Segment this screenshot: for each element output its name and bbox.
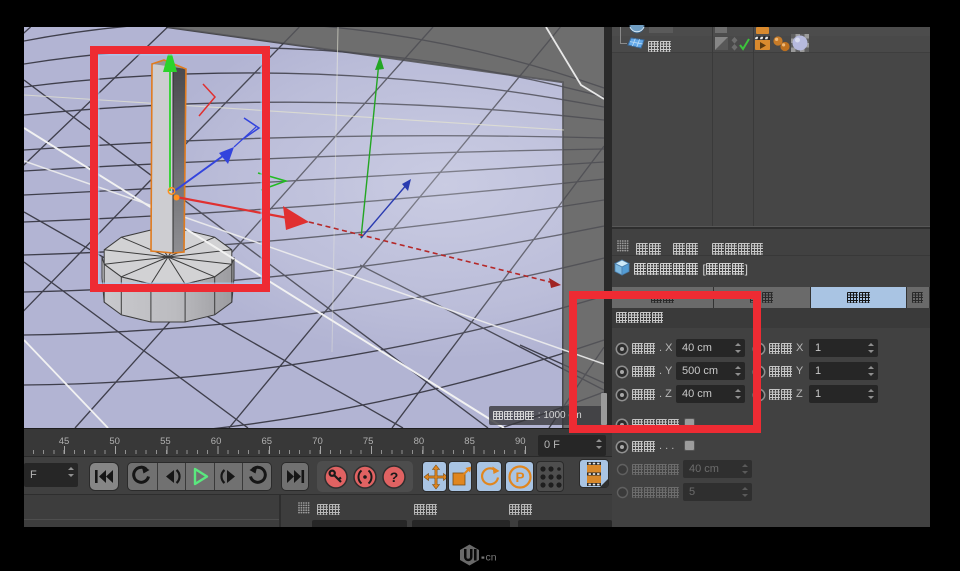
svg-text:P: P [515, 470, 524, 485]
svg-text:cn: cn [486, 552, 497, 564]
svg-text:?: ? [390, 469, 399, 485]
